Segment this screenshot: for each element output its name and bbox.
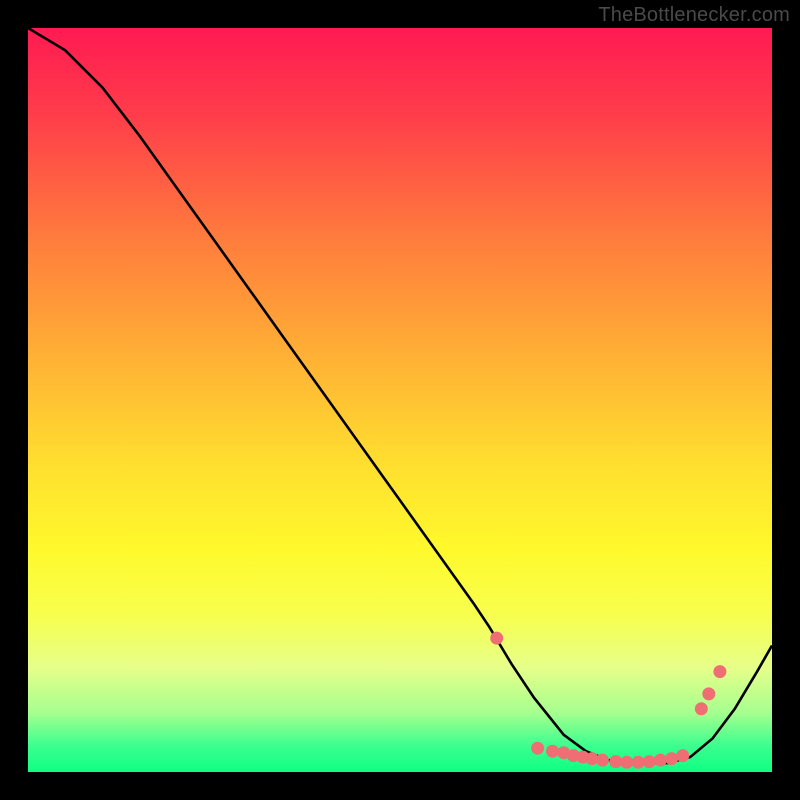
curve-marker — [609, 755, 622, 768]
curve-marker — [632, 756, 645, 769]
chart-canvas — [28, 28, 772, 772]
curve-marker — [695, 702, 708, 715]
curve-marker — [654, 754, 667, 767]
gradient-background — [28, 28, 772, 772]
curve-marker — [665, 752, 678, 765]
curve-marker — [643, 755, 656, 768]
curve-marker — [490, 632, 503, 645]
watermark-text: TheBottlenecker.com — [598, 4, 790, 27]
curve-marker — [620, 756, 633, 769]
curve-marker — [596, 754, 609, 767]
curve-marker — [713, 665, 726, 678]
curve-marker — [702, 687, 715, 700]
curve-marker — [676, 749, 689, 762]
curve-marker — [531, 742, 544, 755]
chart-frame — [28, 28, 772, 772]
curve-marker — [546, 745, 559, 758]
